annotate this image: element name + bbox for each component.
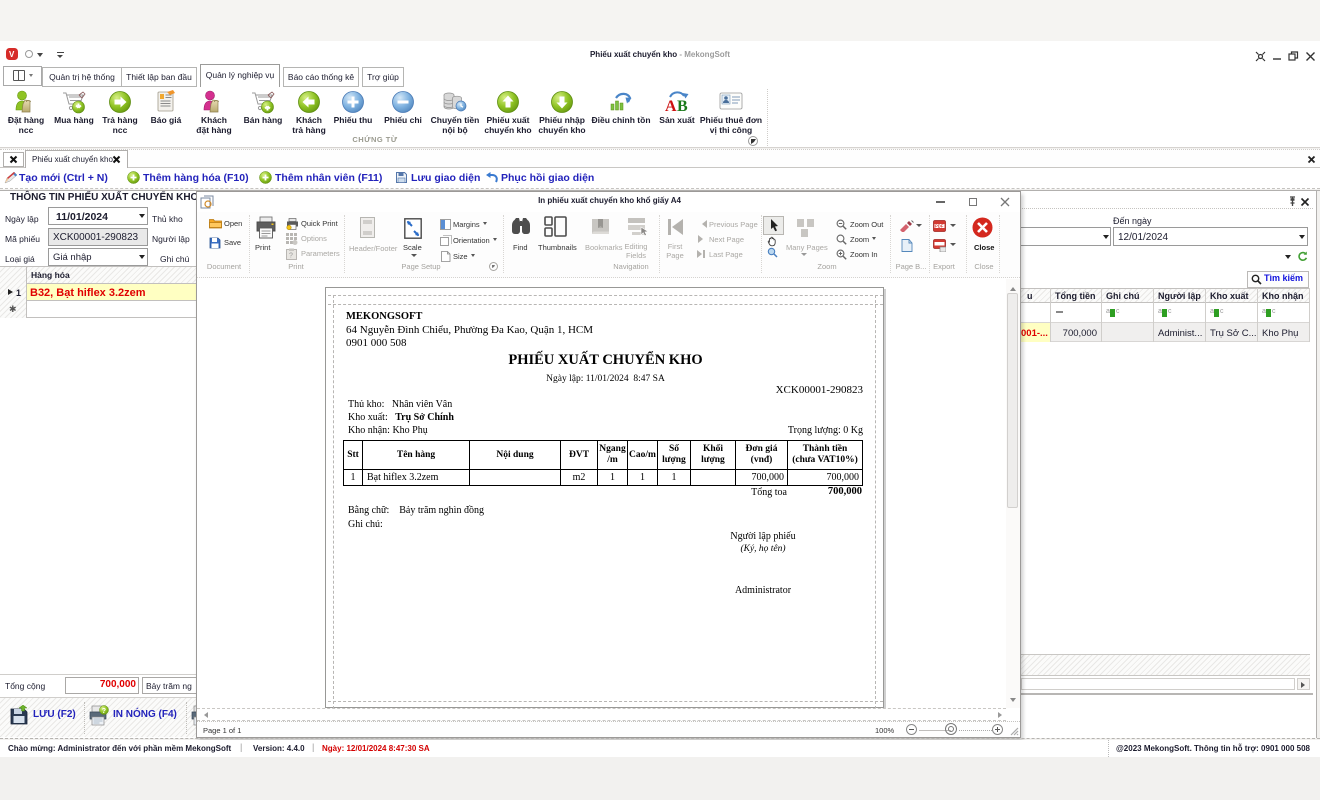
- svg-text:B: B: [677, 98, 688, 114]
- svg-text:PDF: PDF: [935, 224, 944, 229]
- svg-text:?: ?: [289, 253, 293, 260]
- svg-text:?: ?: [102, 708, 106, 715]
- svg-text:A: A: [665, 98, 677, 114]
